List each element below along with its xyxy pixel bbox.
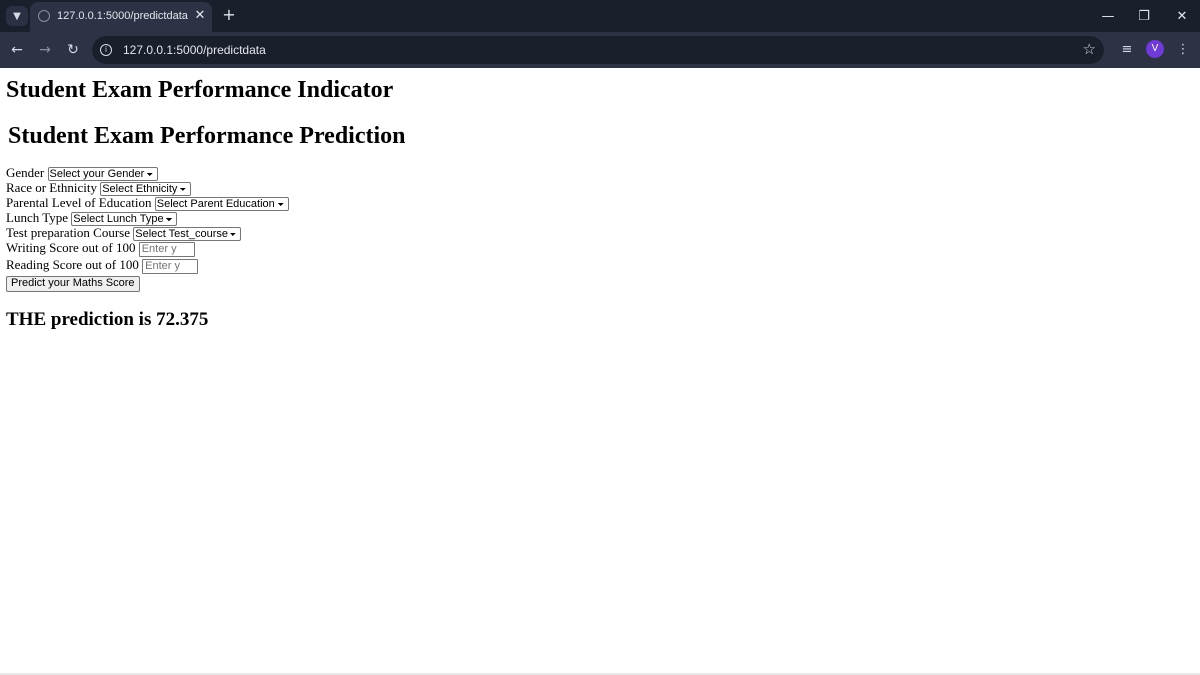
reading-row: Reading Score out of 100 [6,257,1194,274]
profile-avatar[interactable]: V [1146,40,1164,58]
forward-arrow-icon[interactable]: → [35,40,55,60]
browser-tab[interactable]: 127.0.0.1:5000/predictdata ✕ [30,2,212,32]
tab-close-icon[interactable]: ✕ [192,8,208,24]
test-prep-select[interactable]: Select Test_course [133,227,242,242]
page-title: Student Exam Performance Indicator [6,77,394,103]
new-tab-button[interactable]: + [220,5,238,25]
browser-toolbar: ← → ↻ i 127.0.0.1:5000/predictdata ☆ ≡ V… [0,32,1200,68]
tab-title: 127.0.0.1:5000/predictdata [57,10,188,22]
gender-select[interactable]: Select your Gender [47,167,158,182]
ethnicity-row: Race or Ethnicity Select Ethnicity [6,180,1194,197]
page-subtitle: Student Exam Performance Prediction [8,123,406,149]
bookmark-star-icon[interactable]: ☆ [1083,40,1096,58]
tab-strip: ▼ 127.0.0.1:5000/predictdata ✕ + — ❐ ✕ [0,0,1200,32]
ethnicity-label: Race or Ethnicity [6,180,97,195]
chevron-down-icon: ▼ [13,10,21,22]
tab-search-button[interactable]: ▼ [6,6,28,26]
reading-list-icon[interactable]: ≡ [1117,40,1137,60]
test-prep-label: Test preparation Course [6,225,130,240]
writing-score-label: Writing Score out of 100 [6,240,136,255]
ethnicity-select[interactable]: Select Ethnicity [100,182,192,197]
prediction-result: THE prediction is 72.375 [6,308,209,330]
test-prep-row: Test preparation Course Select Test_cour… [6,225,1194,242]
predict-button[interactable]: Predict your Maths Score [6,275,140,292]
parent-education-select[interactable]: Select Parent Education [154,197,289,212]
globe-icon [38,10,50,22]
gender-label: Gender [6,165,45,180]
page-content: Student Exam Performance Indicator Stude… [0,76,1200,331]
reading-score-label: Reading Score out of 100 [6,257,139,272]
address-bar[interactable]: i 127.0.0.1:5000/predictdata ☆ [92,36,1104,64]
browser-chrome: ▼ 127.0.0.1:5000/predictdata ✕ + — ❐ ✕ ←… [0,0,1200,68]
menu-kebab-icon[interactable]: ⋮ [1173,40,1193,60]
reading-score-input[interactable] [142,258,199,274]
writing-score-input[interactable] [138,241,195,257]
lunch-row: Lunch Type Select Lunch Type [6,210,1194,227]
info-icon[interactable]: i [100,44,112,56]
parent-education-row: Parental Level of Education Select Paren… [6,195,1194,212]
back-arrow-icon[interactable]: ← [7,40,27,60]
window-close-button[interactable]: ✕ [1164,0,1200,32]
lunch-select[interactable]: Select Lunch Type [71,212,178,227]
prediction-form: Gender Select your Gender Race or Ethnic… [6,165,1194,292]
restore-button[interactable]: ❐ [1126,0,1162,32]
minimize-button[interactable]: — [1090,0,1126,32]
writing-row: Writing Score out of 100 [6,240,1194,257]
lunch-label: Lunch Type [6,210,69,225]
submit-row: Predict your Maths Score [6,274,1194,292]
reload-icon[interactable]: ↻ [63,40,83,60]
gender-row: Gender Select your Gender [6,165,1194,182]
parent-education-label: Parental Level of Education [6,195,152,210]
url-text[interactable]: 127.0.0.1:5000/predictdata [123,43,266,57]
